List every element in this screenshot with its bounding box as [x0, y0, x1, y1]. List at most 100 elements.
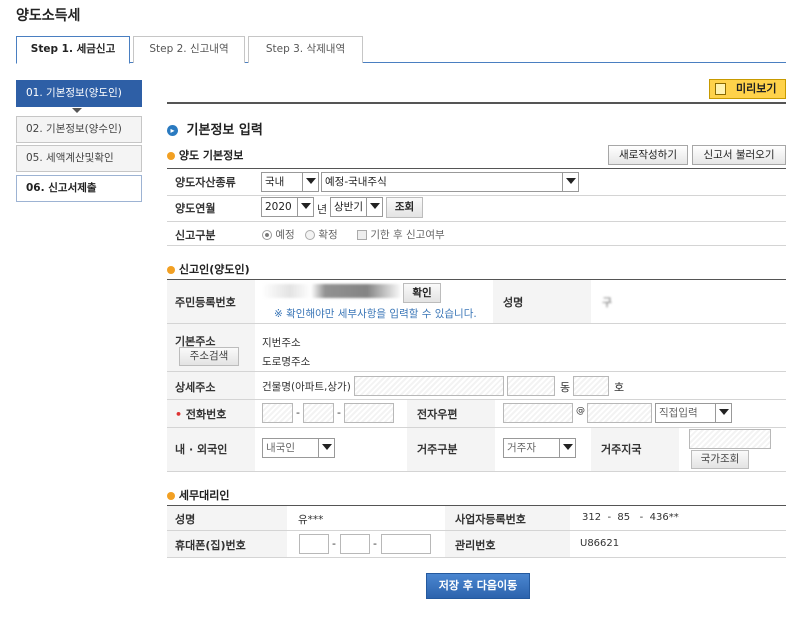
mobile-label: 휴대폰(집)번호 [175, 539, 246, 552]
dash: - [296, 406, 300, 419]
chevron-down-icon [715, 404, 731, 422]
divider [167, 471, 786, 472]
nationality-label: 내 · 외국인 [175, 443, 228, 456]
chevron-down-icon [297, 198, 313, 216]
phone-input-1[interactable] [262, 403, 293, 423]
notice-text: ※ 확인해야만 세부사항을 입력할 수 있습니다. [274, 308, 477, 320]
dash: - [332, 537, 336, 550]
address-search-button[interactable]: 주소검색 [179, 347, 239, 366]
new-form-button[interactable]: 새로작성하기 [608, 145, 688, 165]
sidebar-item-submit[interactable]: 06. 신고서제출 [16, 175, 142, 202]
divider [167, 371, 786, 372]
mgmt-number-value: U86621 [580, 538, 620, 549]
ho-label: 호 [614, 381, 625, 394]
road-address: 도로명주소 [262, 356, 311, 368]
required-icon: • [175, 408, 183, 421]
chevron-down-icon [302, 173, 318, 191]
residence-label: 거주구분 [417, 443, 458, 456]
sidebar-item-seller-info[interactable]: 01. 기본정보(양도인) [16, 80, 142, 107]
bullet-icon [167, 266, 175, 274]
email-domain-input[interactable] [587, 403, 652, 423]
filing-type-label: 신고구분 [175, 229, 216, 242]
chevron-down-icon [559, 439, 575, 457]
country-input[interactable] [689, 429, 771, 449]
bullet-icon [167, 492, 175, 500]
chevron-down-icon [366, 198, 382, 216]
asset-domestic-select[interactable]: 국내 [261, 172, 319, 192]
rrn-masked [262, 284, 402, 298]
nationality-select[interactable]: 내국인 [262, 438, 335, 458]
radio-icon[interactable] [305, 230, 315, 240]
residence-select[interactable]: 거주자 [503, 438, 576, 458]
name-label: 성명 [503, 296, 524, 309]
divider [167, 102, 786, 104]
caret-down-icon [72, 108, 82, 113]
country-lookup-button[interactable]: 국가조회 [691, 450, 749, 469]
asset-type-label: 양도자산종류 [175, 176, 236, 189]
lot-address: 지번주소 [262, 337, 301, 349]
lookup-button[interactable]: 조회 [386, 197, 423, 218]
ho-input[interactable] [573, 376, 609, 396]
half-select[interactable]: 상반기 [330, 197, 383, 217]
building-label: 건물명(아파트,상가) [262, 381, 351, 393]
email-id-input[interactable] [503, 403, 573, 423]
email-label: 전자우편 [417, 408, 458, 421]
arrow-circle-icon: ▸ [167, 125, 178, 136]
agent-heading: 세무대리인 [167, 487, 229, 503]
rrn-label: 주민등록번호 [175, 296, 236, 309]
chevron-down-icon [562, 173, 578, 191]
filer-heading: 신고인(양도인) [167, 261, 250, 277]
page-title: 양도소득세 [16, 8, 81, 24]
sidebar-item-buyer-info[interactable]: 02. 기본정보(양수인) [16, 116, 142, 143]
divider [167, 279, 786, 280]
preview-button[interactable]: 미리보기 [709, 79, 786, 99]
step-tabs: Step 1. 세금신고 Step 2. 신고내역 Step 3. 삭제내역 [16, 36, 786, 64]
radio-confirmed[interactable]: 확정 [305, 227, 338, 242]
biz-number-label: 사업자등록번호 [455, 513, 526, 526]
mgmt-number-label: 관리번호 [455, 539, 496, 552]
preview-label: 미리보기 [736, 82, 777, 95]
chevron-down-icon [318, 439, 334, 457]
detail-address-label: 상세주소 [175, 381, 216, 394]
building-input[interactable] [354, 376, 504, 396]
divider [167, 195, 786, 196]
tab-step1[interactable]: Step 1. 세금신고 [16, 36, 130, 64]
radio-checked-icon[interactable] [262, 230, 272, 240]
divider [167, 557, 786, 558]
mobile-input-3[interactable] [381, 534, 431, 554]
agent-name-value: 유*** [298, 514, 324, 526]
dong-input[interactable] [507, 376, 555, 396]
email-domain-select[interactable]: 직접입력 [655, 403, 732, 423]
divider [167, 221, 786, 222]
asset-kind-select[interactable]: 예정-국내주식 [321, 172, 579, 192]
year-select[interactable]: 2020 [261, 197, 314, 217]
phone-input-3[interactable] [344, 403, 394, 423]
country-label: 거주지국 [601, 443, 642, 456]
year-unit: 년 [317, 203, 328, 216]
load-form-button[interactable]: 신고서 불러오기 [692, 145, 786, 165]
checkbox-icon[interactable] [357, 230, 367, 240]
confirm-button[interactable]: 확인 [403, 283, 441, 303]
dong-label: 동 [560, 381, 571, 394]
agent-name-label: 성명 [175, 513, 196, 526]
bullet-icon [167, 152, 175, 160]
tab-step2[interactable]: Step 2. 신고내역 [133, 36, 245, 63]
transfer-info-heading: 양도 기본정보 [167, 147, 243, 163]
divider [167, 168, 786, 169]
divider [167, 245, 786, 246]
mobile-input-2[interactable] [340, 534, 370, 554]
biz-number-value: 312 - 85 - 436** [582, 512, 679, 523]
at-sign: @ [576, 406, 585, 416]
period-label: 양도연월 [175, 202, 216, 215]
mobile-input-1[interactable] [299, 534, 329, 554]
radio-scheduled[interactable]: 예정 [262, 227, 295, 242]
sidebar-item-tax-calc[interactable]: 05. 세액계산및확인 [16, 145, 142, 172]
divider [167, 323, 786, 324]
phone-input-2[interactable] [303, 403, 334, 423]
section-title: ▸ 기본정보 입력 [167, 119, 263, 138]
save-next-button[interactable]: 저장 후 다음이동 [426, 573, 530, 599]
document-icon [715, 83, 726, 95]
name-value: 구 [602, 296, 613, 309]
tab-step3[interactable]: Step 3. 삭제내역 [248, 36, 363, 63]
late-filing-checkbox[interactable]: 기한 후 신고여부 [357, 227, 445, 242]
